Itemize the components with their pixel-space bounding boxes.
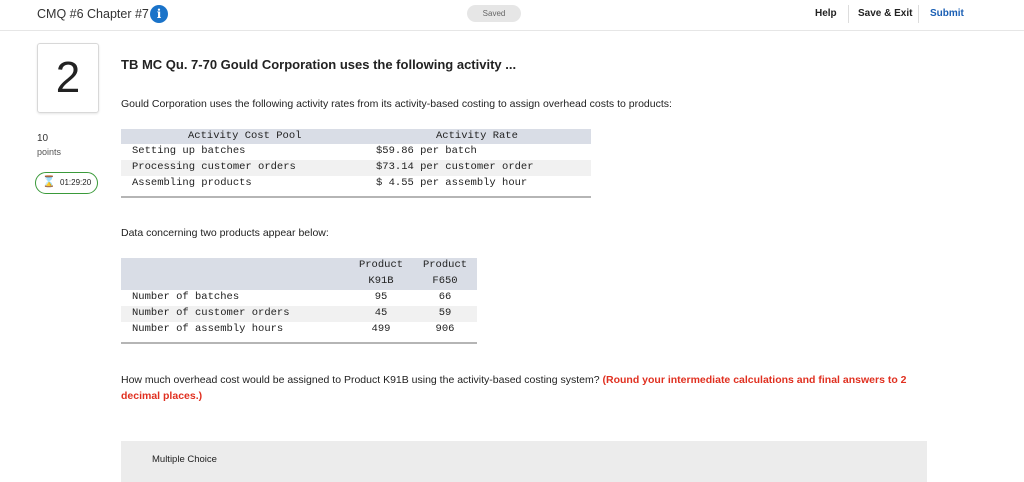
table-cell: 66 xyxy=(438,291,452,303)
points-label: points xyxy=(37,147,62,157)
points-value: 10 xyxy=(37,133,49,144)
table-row: Number of batches 95 66 xyxy=(121,290,477,306)
column-header: Activity Cost Pool xyxy=(188,130,302,142)
table-cell: Setting up batches xyxy=(132,145,246,157)
divider xyxy=(848,5,849,23)
table-cell: 59 xyxy=(438,307,452,319)
save-exit-link[interactable]: Save & Exit xyxy=(858,8,912,19)
multiple-choice-section: Multiple Choice xyxy=(121,441,927,482)
table-cell: Assembling products xyxy=(132,177,252,189)
question-intro: Gould Corporation uses the following act… xyxy=(121,98,672,110)
column-header: Product xyxy=(358,259,404,271)
divider xyxy=(918,5,919,23)
multiple-choice-label: Multiple Choice xyxy=(152,454,217,465)
table-cell: $ 4.55 per assembly hour xyxy=(376,177,528,189)
submit-link[interactable]: Submit xyxy=(930,8,964,19)
table-cell: $73.14 per customer order xyxy=(376,161,534,173)
timer-text: 01:29:20 xyxy=(60,178,92,187)
table-bottom-rule xyxy=(121,192,591,198)
products-table: Product K91B Product F650 Number of batc… xyxy=(121,258,477,344)
table-row: Processing customer orders $73.14 per cu… xyxy=(121,160,591,176)
table-row: Assembling products $ 4.55 per assembly … xyxy=(121,176,591,192)
table-cell: Number of batches xyxy=(132,291,240,303)
column-header: Product xyxy=(422,259,468,271)
table-row: Setting up batches $59.86 per batch xyxy=(121,144,591,160)
top-bar: CMQ #6 Chapter #7 i Saved Help Save & Ex… xyxy=(0,0,1024,31)
info-icon[interactable]: i xyxy=(150,5,168,23)
table-header: Product K91B Product F650 xyxy=(121,258,477,290)
column-header: F650 xyxy=(432,275,458,287)
question-number: 2 xyxy=(37,43,99,113)
help-link[interactable]: Help xyxy=(815,8,837,19)
table-cell: Number of customer orders xyxy=(132,307,290,319)
table-cell: 499 xyxy=(371,323,391,335)
table-cell: 906 xyxy=(435,323,455,335)
table-bottom-rule xyxy=(121,338,477,344)
saved-status-badge: Saved xyxy=(467,5,521,22)
table-cell: $59.86 per batch xyxy=(376,145,477,157)
table-row: Number of customer orders 45 59 xyxy=(121,306,477,322)
column-header: K91B xyxy=(368,275,394,287)
question-prompt: How much overhead cost would be assigned… xyxy=(121,372,941,404)
table-cell: 45 xyxy=(374,307,388,319)
table-header: Activity Cost Pool Activity Rate xyxy=(121,129,591,144)
table-cell: Processing customer orders xyxy=(132,161,296,173)
table-cell: 95 xyxy=(374,291,388,303)
timer-badge: ⌛ 01:29:20 xyxy=(35,172,98,194)
hourglass-icon: ⌛ xyxy=(42,176,56,188)
activity-rates-table: Activity Cost Pool Activity Rate Setting… xyxy=(121,129,591,198)
table-row: Number of assembly hours 499 906 xyxy=(121,322,477,338)
assignment-title: CMQ #6 Chapter #7 xyxy=(37,7,149,21)
question-text: How much overhead cost would be assigned… xyxy=(121,374,600,386)
question-title: TB MC Qu. 7-70 Gould Corporation uses th… xyxy=(121,57,517,72)
data-intro-text: Data concerning two products appear belo… xyxy=(121,227,329,239)
table-cell: Number of assembly hours xyxy=(132,323,284,335)
column-header: Activity Rate xyxy=(436,130,518,142)
